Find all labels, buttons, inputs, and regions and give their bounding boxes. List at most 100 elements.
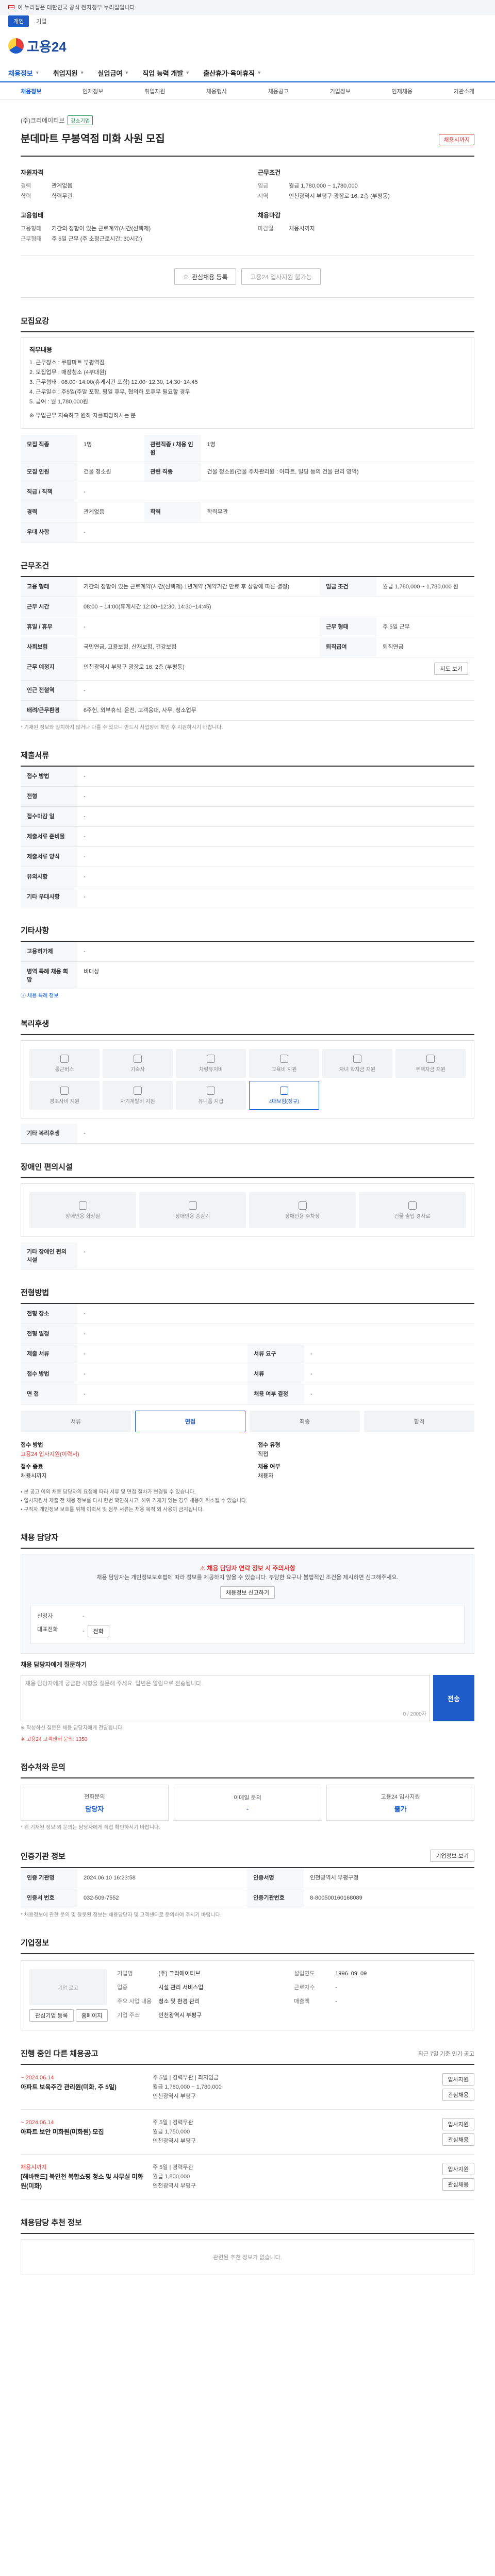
agency-table: 인증 기관명 2024.06.10 16:23:58 인증서명 인천광역시 부평구청 … bbox=[21, 1868, 474, 1908]
table-row: 접수 방법 - bbox=[21, 767, 474, 787]
table-row: 전형 - bbox=[21, 786, 474, 807]
disability-box: 장애인용 화장실 장애인용 승강기 장애인용 주차장 건물 출입 경사로 bbox=[21, 1183, 474, 1237]
sub-nav-item[interactable]: 기업정보 bbox=[330, 87, 351, 95]
disability-item: 건물 출입 경사로 bbox=[359, 1192, 466, 1228]
question-textarea[interactable]: 채용 담당자에게 궁금한 사항을 질문해 주세요. 답변은 알림으로 전송됩니다… bbox=[21, 1675, 430, 1721]
welfare-item: 교육비 지원 bbox=[249, 1049, 319, 1078]
nav-item-training[interactable]: 직업 능력 개발 ▼ bbox=[142, 68, 190, 78]
list-item[interactable]: 채용시까지 [해바랜드] 북인천 복합쇼핑 청소 및 사무실 미화원(미화) 주 … bbox=[21, 2155, 474, 2199]
process-bullets: • 본 공고 이외 채용 담당자의 요청에 따라 서류 및 면접 절차가 변경될… bbox=[21, 1489, 248, 1513]
conditions-table: 고용 형태 기간의 정함이 있는 근로계약(시간(선택제) 1년계약 (계약기간 … bbox=[21, 577, 474, 721]
chevron-down-icon: ▼ bbox=[79, 70, 85, 75]
section-title: 접수처와 문의 bbox=[21, 1761, 474, 1778]
process-steps: 서류 면접 최종 합격 bbox=[21, 1411, 474, 1432]
section-title: 진행 중인 다른 채용공고 bbox=[21, 2049, 98, 2058]
sub-nav-item[interactable]: 채용행사 bbox=[206, 87, 227, 95]
disability-item: 장애인용 화장실 bbox=[29, 1192, 136, 1228]
section-title: 전형방법 bbox=[21, 1287, 474, 1304]
job-title-block: (주)크리에이티브 강소기업 분데마트 무봉역점 미화 사원 모집 채용시까지 bbox=[0, 100, 495, 145]
top-link-personal[interactable]: 개인 bbox=[8, 15, 29, 27]
step: 최종 bbox=[250, 1411, 360, 1432]
main-nav: 채용정보 ▼ 취업지원 ▼ 실업급여 ▼ 직업 능력 개발 ▼ 출산휴가·육아휴직 ▼ bbox=[0, 64, 495, 82]
section-title: 복리후생 bbox=[21, 1018, 474, 1035]
apply-button[interactable]: 입사지원 bbox=[442, 2118, 474, 2130]
welfare-item: 통근버스 bbox=[29, 1049, 100, 1078]
report-button[interactable]: 채용정보 신고하기 bbox=[220, 1586, 275, 1599]
table-row: 제출서류 준비물 - bbox=[21, 826, 474, 847]
top-link-company[interactable]: 기업 bbox=[31, 15, 52, 27]
contact-card-phone[interactable]: 전화문의 담당자 bbox=[21, 1785, 169, 1821]
flag-icon bbox=[8, 5, 14, 9]
send-button[interactable]: 전송 bbox=[433, 1675, 474, 1721]
list-item[interactable]: ~ 2024.06.14 아파트 보안 미화원(미화원) 모집 주 5일 | 경력… bbox=[21, 2110, 474, 2155]
job-title: 분데마트 무봉역점 미화 사원 모집 bbox=[21, 133, 165, 145]
summary-heading: 자원자격 bbox=[21, 169, 44, 176]
call-button[interactable]: 전화 bbox=[87, 1625, 109, 1637]
company-interest-button[interactable]: 관심기업 등록 bbox=[29, 2009, 74, 2022]
interest-button[interactable]: 관심채용 bbox=[442, 2133, 474, 2146]
summary-heading: 근무조건 bbox=[258, 169, 281, 176]
contact-card-apply[interactable]: 고용24 입사지원 불가 bbox=[326, 1785, 474, 1821]
section-other: 기타사항 고용허가제 - 병역 특례 채용 희망 비대상 ⓘ 채용 특례 정보 bbox=[21, 925, 474, 1001]
list-item[interactable]: ~ 2024.06.14 아파트 보육주간 관리원(미화, 주 5일) 주 5일 … bbox=[21, 2065, 474, 2110]
process-table: 전형 장소 - 전형 일정 - 제출 서류 - 서류 요구 - 접수 방법 - 서류 - 면 접… bbox=[21, 1304, 474, 1404]
welfare-item: 차량유지비 bbox=[176, 1049, 246, 1078]
apply-button[interactable]: 입사지원 bbox=[442, 2073, 474, 2086]
section-title: 근무조건 bbox=[21, 560, 474, 577]
welfare-grid: 통근버스 기숙사 차량유지비 교육비 지원 자녀 학자금 지원 주택자금 지원 … bbox=[29, 1049, 466, 1110]
company-logo: 기업 로고 bbox=[29, 1969, 107, 2005]
welfare-other-table: 기타 복리후생 - bbox=[21, 1124, 474, 1144]
welfare-item: 유니폼 지급 bbox=[176, 1081, 246, 1110]
table-row: 고용허가제 - bbox=[21, 942, 474, 962]
contact-card-email[interactable]: 이메일 문의 - bbox=[173, 1785, 322, 1821]
alert-icon: ⚠ bbox=[200, 1565, 206, 1572]
shirt-icon bbox=[207, 1086, 215, 1095]
interest-button[interactable]: ☆ 관심채용 등록 bbox=[174, 268, 237, 285]
nav-item-benefit[interactable]: 실업급여 ▼ bbox=[98, 68, 129, 78]
section-welfare: 복리후생 통근버스 기숙사 차량유지비 교육비 지원 자녀 학자금 지원 주택자… bbox=[21, 1018, 474, 1144]
inquiry-box: ⚠ 채용 담당자 연락 정보 시 주의사항 채용 담당자는 개인정보보호법에 따… bbox=[21, 1554, 474, 1654]
nav-item-jobs[interactable]: 채용정보 ▼ bbox=[8, 68, 40, 78]
header: 고용24 bbox=[0, 28, 495, 64]
sub-nav-item[interactable]: 기관소개 bbox=[453, 87, 474, 95]
section-title: 모집요강 bbox=[21, 315, 474, 332]
action-row: ☆ 관심채용 등록 고용24 입사지원 불가능 bbox=[21, 256, 474, 298]
deadline-badge: 채용시까지 bbox=[439, 134, 474, 145]
interest-button[interactable]: 관심채용 bbox=[442, 2178, 474, 2191]
agency-button[interactable]: 기업정보 보기 bbox=[430, 1850, 474, 1862]
table-row: 근무 예정지 인천광역시 부평구 광장로 16, 2층 (부평동) 지도 보기 bbox=[21, 657, 474, 681]
welfare-item: 자기계발비 지원 bbox=[103, 1081, 173, 1110]
gift-icon bbox=[60, 1086, 69, 1095]
sub-nav-item[interactable]: 채용공고 bbox=[268, 87, 289, 95]
table-row: 인증 기관명 2024.06.10 16:23:58 인증서명 인천광역시 부평구청 bbox=[21, 1868, 474, 1888]
other-link[interactable]: ⓘ 채용 특례 정보 bbox=[21, 992, 474, 1001]
interest-button[interactable]: 관심채용 bbox=[442, 2089, 474, 2101]
sub-nav-item[interactable]: 인재정보 bbox=[82, 87, 103, 95]
company-home-button[interactable]: 홈페이지 bbox=[75, 2009, 108, 2022]
selection-info: 접수 방법 고용24 입사지원(이력서) 접수 유형 직접 접수 종료 채용시까지 채… bbox=[21, 1442, 280, 1479]
table-row: 인근 전철역 - bbox=[21, 680, 474, 701]
map-button[interactable]: 지도 보기 bbox=[434, 663, 468, 675]
section-title: 채용담당 추천 정보 bbox=[21, 2217, 474, 2234]
table-row: 사회보험 국민연금, 고용보험, 산재보험, 건강보험 퇴직급여 퇴직연금 bbox=[21, 637, 474, 657]
nav-item-support[interactable]: 취업지원 ▼ bbox=[53, 68, 85, 78]
docs-table: 접수 방법 - 전형 - 접수마감 일- 제출서류 준비물 - 제출서류 양식 - 유의… bbox=[21, 767, 474, 907]
sub-nav-item[interactable]: 채용정보 bbox=[21, 87, 41, 95]
elevator-icon bbox=[188, 1201, 197, 1210]
logo[interactable]: 고용24 bbox=[8, 37, 67, 56]
disability-item: 장애인용 주차장 bbox=[249, 1192, 356, 1228]
summary-box: 자원자격 경력 관계없음 학력 학력무관 근무조건 임금 월급 1,780,000 ~… bbox=[21, 156, 474, 256]
apply-button[interactable]: 고용24 입사지원 불가능 bbox=[241, 268, 321, 285]
welfare-item: 자녀 학자금 지원 bbox=[322, 1049, 392, 1078]
section-inquiry: 채용 담당자 ⚠ 채용 담당자 연락 정보 시 주의사항 채용 담당자는 개인정… bbox=[21, 1532, 474, 1744]
char-count: 0 / 2000자 bbox=[403, 1711, 426, 1717]
nav-item-leave[interactable]: 출산휴가·육아휴직 ▼ bbox=[203, 68, 261, 78]
sub-nav-item[interactable]: 인재채용 bbox=[392, 87, 412, 95]
table-row: 인증서 번호 032-509-7552 인증기관번호 8-80050016016808… bbox=[21, 1888, 474, 1908]
table-row: 제출서류 양식 - bbox=[21, 846, 474, 867]
apply-button[interactable]: 입사지원 bbox=[442, 2163, 474, 2175]
welfare-item: 경조사비 지원 bbox=[29, 1081, 100, 1110]
summary-heading: 채용마감 bbox=[258, 212, 281, 219]
sub-nav-item[interactable]: 취업지원 bbox=[144, 87, 165, 95]
empty-state: 관련된 추천 정보가 없습니다. bbox=[21, 2239, 474, 2275]
